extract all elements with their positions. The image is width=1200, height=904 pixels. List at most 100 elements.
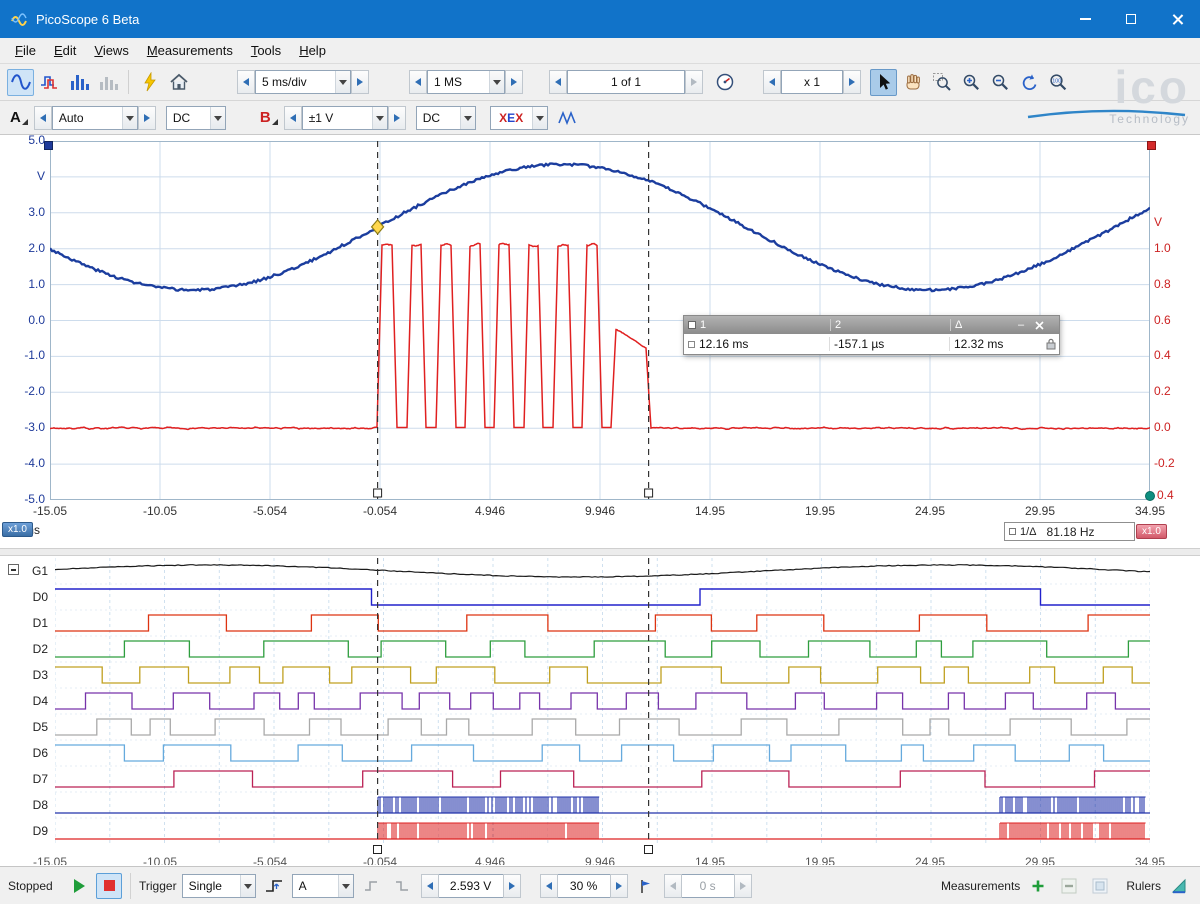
alarms-button[interactable] [136,69,163,96]
buffer-next-button[interactable] [685,70,703,94]
channel-b-button[interactable]: B [260,109,278,126]
select-tool-button[interactable] [870,69,897,96]
minimize-button[interactable] [1062,0,1108,38]
masks-button[interactable] [554,104,581,131]
menu-item-help[interactable]: Help [290,40,335,61]
add-measurement-button[interactable] [1025,873,1051,899]
channel-a-axis-marker[interactable] [44,141,53,150]
channel-b-range-decrease-button[interactable] [284,106,302,130]
samples-increase-button[interactable] [505,70,523,94]
digital-axis-marker[interactable] [1145,491,1155,501]
channel-b-range-select[interactable]: ±1 V [302,106,388,130]
menu-item-tools[interactable]: Tools [242,40,290,61]
channel-a-coupling-select[interactable]: DC [166,106,226,130]
spectrum-mode-button[interactable] [65,69,92,96]
pretrigger-value[interactable]: 30 % [558,874,610,898]
home-button[interactable] [165,69,192,96]
buffer-overview-button[interactable] [711,69,738,96]
menu-item-file[interactable]: File [6,40,45,61]
digital-channel-label-g1[interactable]: G1 [12,558,48,584]
view-splitter[interactable] [0,548,1200,556]
channel-a-range-decrease-button[interactable] [34,106,52,130]
samples-select[interactable]: 1 MS [427,70,505,94]
buffer-value: 1 of 1 [568,75,684,89]
persistence-icon [39,71,61,93]
alternate-view-button[interactable] [94,69,121,96]
channel-b-coupling-select[interactable]: DC [416,106,476,130]
trigger-source-select[interactable]: A [292,874,354,898]
digital-channel-label-d1[interactable]: D1 [12,610,48,636]
digital-channel-label-d4[interactable]: D4 [12,688,48,714]
math-channels-button[interactable]: XEX [490,106,548,130]
left-axis-zoom-badge[interactable]: x1.0 [2,522,33,537]
channel-a-range-increase-button[interactable] [138,106,156,130]
persistence-mode-button[interactable] [36,69,63,96]
time-ruler-handle-1[interactable] [373,845,382,854]
trigger-marker-button[interactable] [633,873,659,899]
edit-measurement-button[interactable] [1056,873,1082,899]
rising-edge-option-button[interactable] [359,873,385,899]
stop-button[interactable] [96,873,122,899]
maximize-button[interactable] [1108,0,1154,38]
digital-channel-label-d8[interactable]: D8 [12,792,48,818]
digital-channel-label-d5[interactable]: D5 [12,714,48,740]
zoom-out-button[interactable] [986,69,1013,96]
buffer-previous-button[interactable] [549,70,567,94]
menu-item-views[interactable]: Views [85,40,137,61]
channel-a-range-select[interactable]: Auto [52,106,138,130]
buffer-indicator[interactable]: 1 of 1 [567,70,685,94]
trigger-edge-button[interactable] [261,873,287,899]
timebase-decrease-button[interactable] [237,70,255,94]
pan-tool-button[interactable] [899,69,926,96]
time-ruler-handle-2[interactable] [644,845,653,854]
rulers-button[interactable] [1166,873,1192,899]
scope-mode-button[interactable] [7,69,34,96]
trigger-level-increase-button[interactable] [503,874,521,898]
start-button[interactable] [65,873,91,899]
sheet-icon [1092,878,1108,894]
holdoff-value[interactable]: 0 s [682,874,734,898]
zoom-full-button[interactable]: 100 [1044,69,1071,96]
ruler-box-minimize-button[interactable]: – [1012,319,1030,331]
zoom-indicator[interactable]: x 1 [781,70,843,94]
ruler-measurement-box[interactable]: 1 2 Δ – 12.16 ms -157.1 µs 12.32 ms [683,315,1060,355]
falling-edge-option-button[interactable] [390,873,416,899]
undo-zoom-button[interactable] [1015,69,1042,96]
digital-channel-label-d3[interactable]: D3 [12,662,48,688]
channel-b-range-increase-button[interactable] [388,106,406,130]
scope-view[interactable]: 0.4 ms x1.0 x1.0 1/Δ 81.18 Hz 1 2 Δ – 12 [0,135,1200,548]
close-button[interactable] [1154,0,1200,38]
timebase-increase-button[interactable] [351,70,369,94]
delete-measurement-button[interactable] [1087,873,1113,899]
pretrigger-increase-button[interactable] [610,874,628,898]
trigger-mode-select[interactable]: Single [182,874,256,898]
right-axis-zoom-badge[interactable]: x1.0 [1136,524,1167,539]
digital-channel-label-d9[interactable]: D9 [12,818,48,844]
pretrigger-decrease-button[interactable] [540,874,558,898]
left-arrow-icon [415,78,421,86]
digital-view[interactable]: -15.05-10.05-5.054-0.0544.9469.94614.951… [0,556,1200,866]
samples-decrease-button[interactable] [409,70,427,94]
holdoff-decrease-button[interactable] [664,874,682,898]
zoom-increase-button[interactable] [843,70,861,94]
zoom-in-button[interactable] [957,69,984,96]
digital-channel-label-d7[interactable]: D7 [12,766,48,792]
y-axis-right-tick: 0.4 [1154,348,1196,363]
digital-channel-label-d0[interactable]: D0 [12,584,48,610]
zoom-decrease-button[interactable] [763,70,781,94]
channel-b-axis-marker[interactable] [1147,141,1156,150]
lock-icon[interactable] [1046,338,1056,350]
ruler-box-close-button[interactable] [1030,321,1048,330]
digital-channel-label-d2[interactable]: D2 [12,636,48,662]
timebase-select[interactable]: 5 ms/div [255,70,351,94]
trigger-level-decrease-button[interactable] [421,874,439,898]
menu-item-measurements[interactable]: Measurements [138,40,242,61]
channel-a-button[interactable]: A [10,109,28,126]
digital-channel-label-d6[interactable]: D6 [12,740,48,766]
trigger-level-value[interactable]: 2.593 V [439,874,503,898]
digital-plot[interactable] [55,558,1150,844]
marquee-zoom-button[interactable] [928,69,955,96]
x-axis-tick: -15.05 [33,504,67,518]
menu-item-edit[interactable]: Edit [45,40,85,61]
holdoff-increase-button[interactable] [734,874,752,898]
